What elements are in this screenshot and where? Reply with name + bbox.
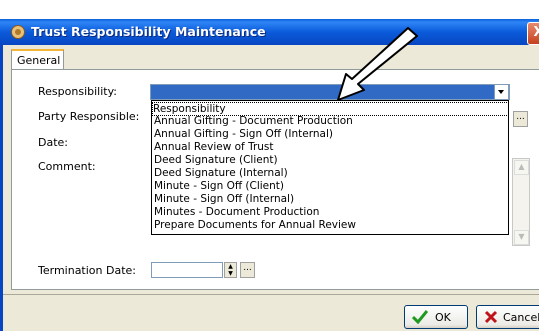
- comment-scrollbar[interactable]: ▲ ▼: [512, 158, 530, 246]
- tab-general[interactable]: General: [11, 49, 64, 71]
- dropdown-option[interactable]: Annual Gifting - Document Production: [154, 115, 353, 127]
- ok-label: OK: [435, 311, 451, 324]
- dropdown-option[interactable]: Minute - Sign Off (Internal): [154, 193, 294, 205]
- dropdown-option[interactable]: Prepare Documents for Annual Review: [154, 219, 356, 231]
- spin-up-icon[interactable]: ▲: [225, 263, 236, 270]
- responsibility-dropdown-list[interactable]: Responsibility Annual Gifting - Document…: [151, 100, 509, 235]
- cancel-button[interactable]: Cancel: [476, 305, 539, 329]
- window-border: [0, 45, 3, 331]
- dropdown-option[interactable]: Deed Signature (Internal): [154, 167, 288, 179]
- responsibility-label: Responsibility:: [38, 85, 117, 98]
- date-label: Date:: [38, 136, 68, 149]
- dropdown-option[interactable]: Annual Gifting - Sign Off (Internal): [154, 128, 333, 140]
- dialog-window: Trust Responsibility Maintenance X Gener…: [0, 0, 539, 331]
- app-icon: [11, 25, 25, 39]
- callout-arrow-icon: [337, 27, 418, 101]
- date-spinner[interactable]: ▲ ▼: [224, 262, 237, 278]
- ok-button[interactable]: OK: [404, 305, 468, 329]
- dropdown-option[interactable]: Annual Review of Trust: [154, 141, 274, 153]
- cancel-label: Cancel: [503, 311, 539, 324]
- party-lookup-button[interactable]: ...: [513, 111, 528, 127]
- dropdown-option[interactable]: Deed Signature (Client): [154, 154, 278, 166]
- party-responsible-label: Party Responsible:: [38, 110, 140, 123]
- dropdown-arrow-icon[interactable]: [494, 84, 509, 100]
- divider: [3, 294, 539, 295]
- comment-label: Comment:: [38, 160, 96, 173]
- termination-date-input[interactable]: [151, 262, 223, 278]
- scroll-up-icon[interactable]: ▲: [514, 160, 529, 175]
- top-background: [0, 0, 539, 19]
- termination-date-picker-button[interactable]: ...: [240, 262, 255, 278]
- close-button[interactable]: X: [527, 22, 539, 45]
- dropdown-option[interactable]: Minute - Sign Off (Client): [154, 180, 284, 192]
- termination-date-label: Termination Date:: [38, 264, 136, 277]
- window-title: Trust Responsibility Maintenance: [31, 24, 266, 39]
- check-icon: [412, 310, 428, 324]
- cancel-x-icon: [484, 310, 498, 324]
- spin-down-icon[interactable]: ▼: [225, 270, 236, 277]
- tab-general-label: General: [17, 54, 61, 67]
- dropdown-option[interactable]: Minutes - Document Production: [154, 206, 319, 218]
- scroll-down-icon[interactable]: ▼: [514, 230, 529, 245]
